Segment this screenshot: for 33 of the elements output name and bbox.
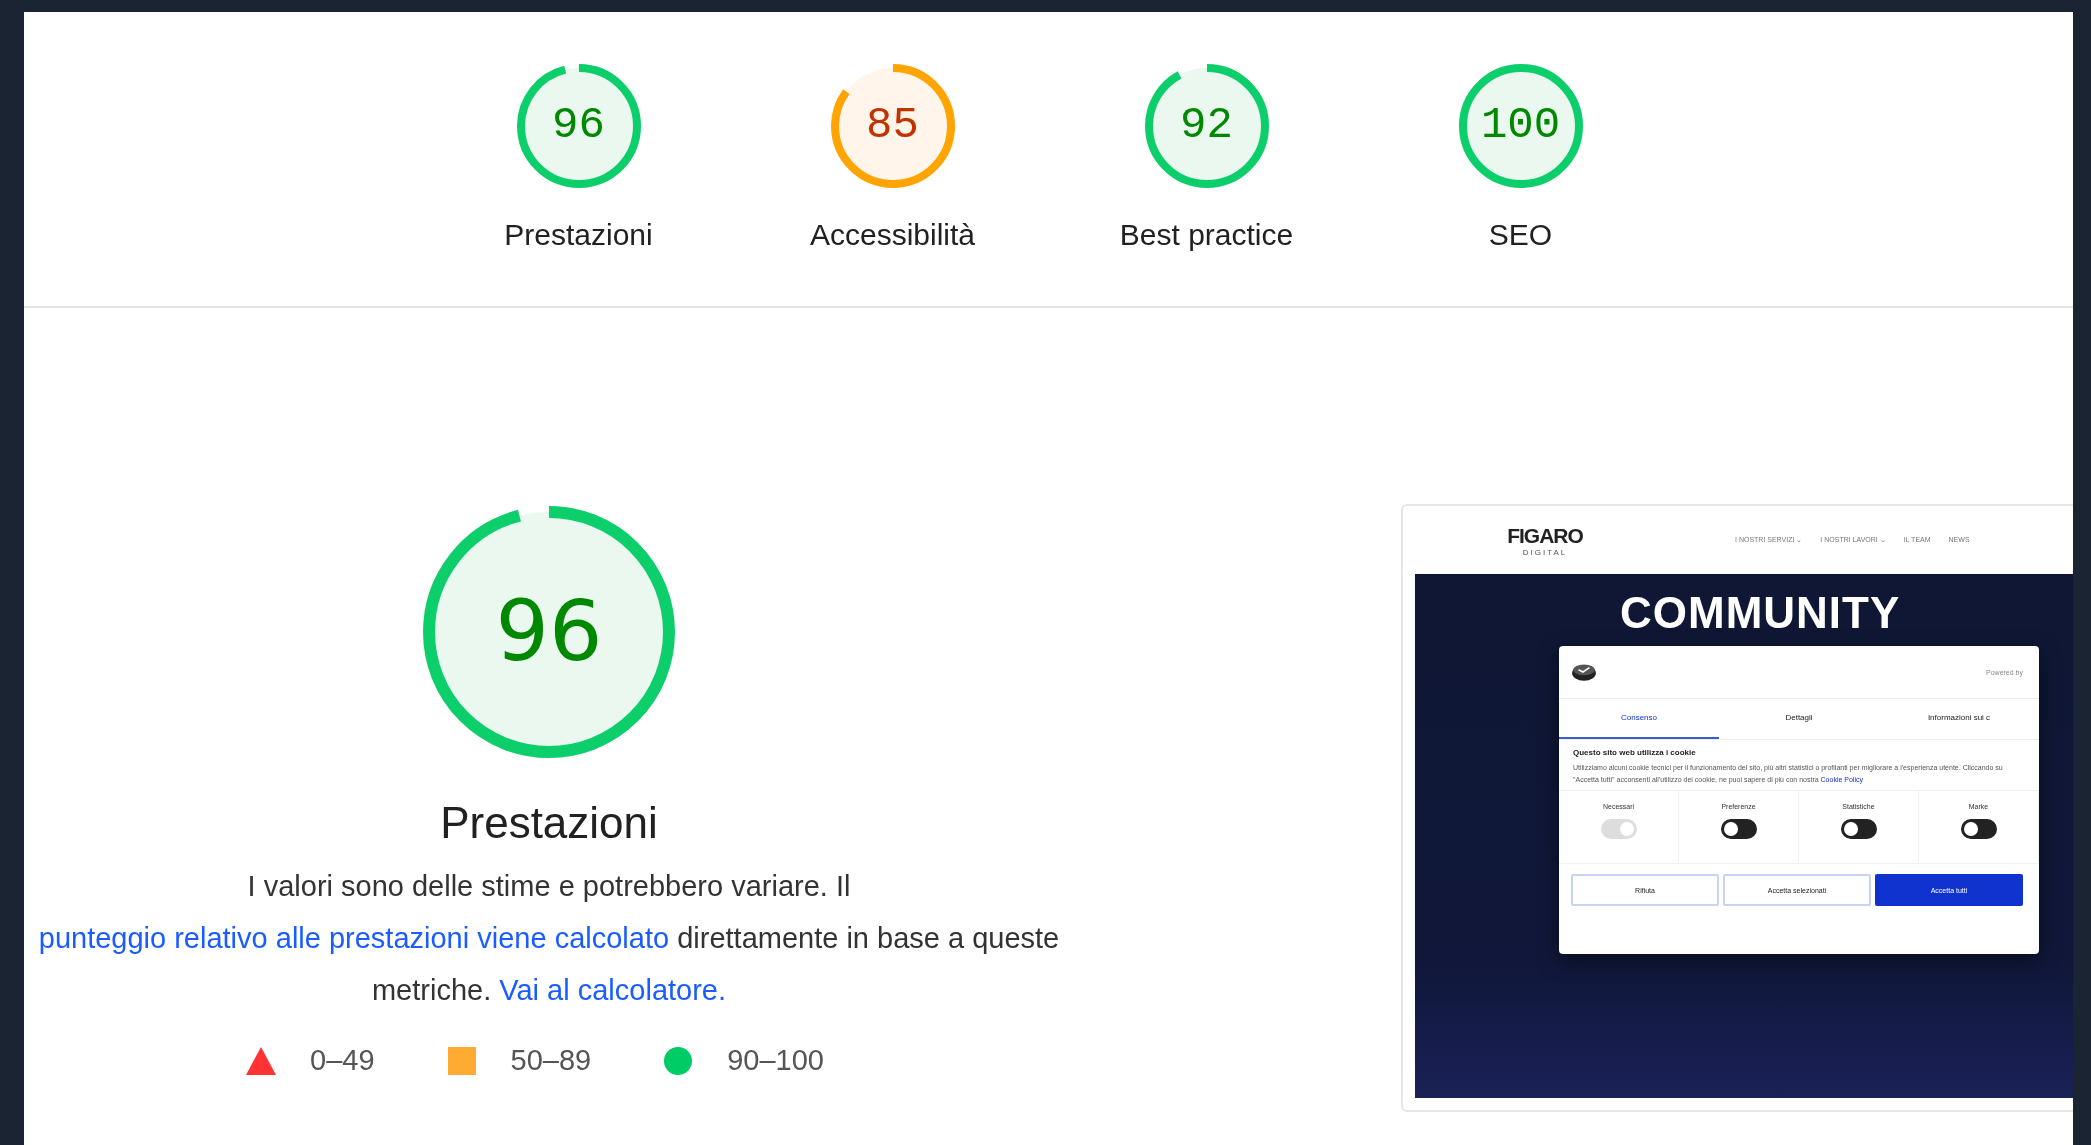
score-gauge[interactable] (514, 62, 643, 190)
dialog-tab[interactable]: Dettagli (1719, 699, 1879, 739)
score-gauge[interactable] (828, 62, 957, 190)
dialog-tab[interactable]: Informazioni sui c (1879, 699, 2039, 739)
score-value: 96 (552, 100, 605, 150)
link[interactable]: prestazioni viene calcolato (328, 922, 670, 954)
category-label[interactable]: SEO (1488, 218, 1553, 252)
link[interactable]: Vai al (499, 974, 578, 1006)
logo-text: FIGARO (1507, 523, 1583, 548)
hero-title: COMMUNITY (1620, 588, 1901, 638)
category-label[interactable]: Prestazioni (504, 218, 653, 252)
score-value: 96 (494, 582, 604, 680)
cookie-icon (1571, 662, 1597, 682)
category-title: Prestazioni (440, 798, 658, 848)
toggle-switch[interactable] (1960, 819, 1997, 839)
toggle-switch[interactable] (1720, 819, 1757, 839)
score-value: 85 (866, 100, 919, 150)
dialog-heading: Questo sito web utilizza i cookie (1573, 748, 1697, 757)
score-gauge[interactable] (1456, 62, 1585, 190)
category-label[interactable]: Best practice (1119, 218, 1294, 252)
description-text: I valori sono delle stime e potrebbero variare. Il punteggio relativo alle prestazioni viene calcolato direttamente in base a queste metriche. Vai al calcolatore. (37, 869, 1061, 1008)
score-gauge[interactable] (1142, 62, 1271, 190)
legend-label: 50–89 (510, 1044, 592, 1077)
dialog-tab[interactable]: Consenso (1559, 699, 1719, 739)
toggle-switch[interactable] (1840, 819, 1877, 839)
legend-label: 90–100 (727, 1044, 824, 1077)
category-label[interactable]: Accessibilità (809, 218, 976, 252)
link[interactable]: punteggio relativo alle (38, 922, 329, 954)
legend-label: 0–49 (310, 1044, 375, 1077)
logo-subtext: DIGITAL (1522, 547, 1568, 557)
link[interactable]: calcolatore. (577, 974, 727, 1006)
score-value: 100 (1480, 100, 1561, 150)
score-value: 92 (1180, 100, 1233, 150)
